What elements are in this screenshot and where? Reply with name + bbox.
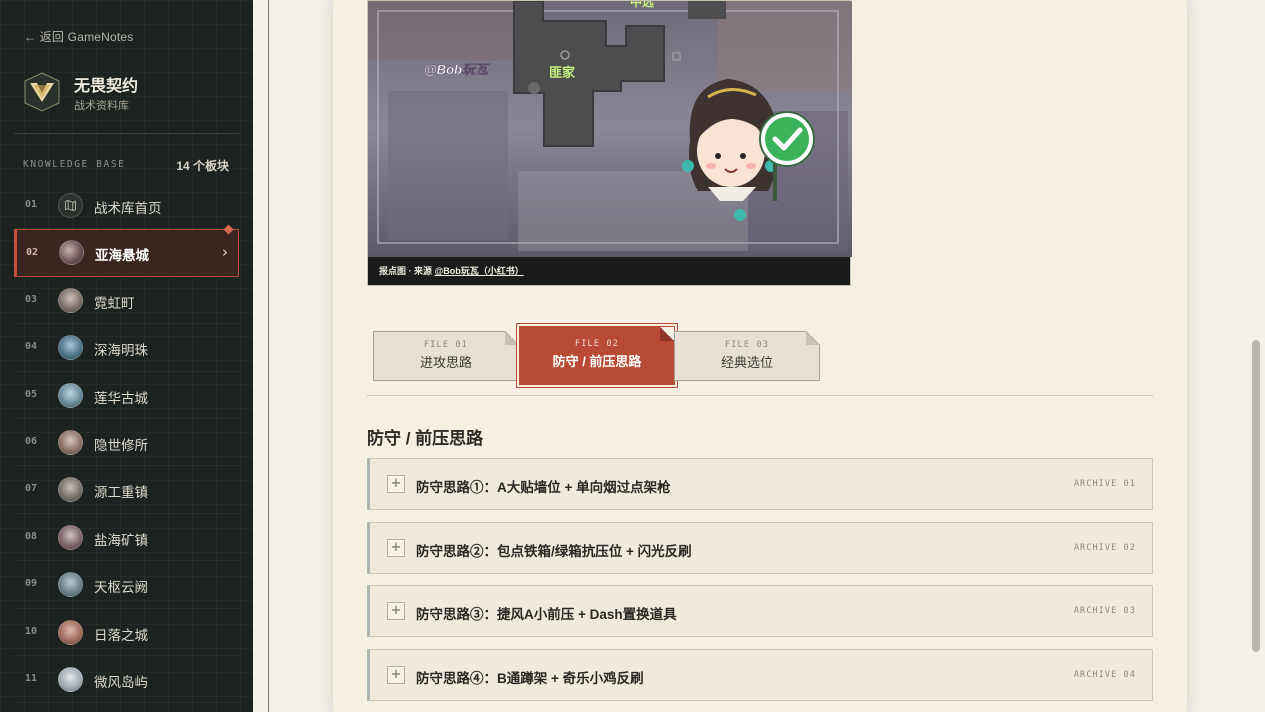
expand-plus-icon[interactable]: + (387, 475, 405, 493)
brand: 无畏契约 战术资料库 (23, 70, 233, 114)
valorant-emblem-icon (24, 72, 60, 112)
module-count: 14 个板块 (176, 159, 229, 173)
tab-file-number: FILE 02 (574, 339, 620, 349)
nav-item-map[interactable]: 08 盐海矿镇 (14, 514, 239, 562)
sidebar-divider (14, 133, 239, 134)
nav-item-ascent[interactable]: 02 亚海悬城 › (14, 224, 239, 277)
tab-attack[interactable]: FILE 01 进攻思路 (373, 331, 519, 381)
nav-item-number: 03 (25, 293, 38, 305)
accordion-item[interactable]: + 防守思路④：B通蹲架 + 奇乐小鸡反刷 ARCHIVE 04 (367, 649, 1153, 701)
section-title: 防守 / 前压思路 (367, 429, 484, 448)
main-scrollbar[interactable] (1252, 340, 1260, 652)
tab-fold-corner-icon (660, 327, 674, 341)
map-thumb-icon (59, 240, 84, 266)
nav-item-map[interactable]: 04 深海明珠 (14, 324, 239, 372)
nav-item-number: 01 (25, 199, 38, 210)
knowledge-base-label: KNOWLEDGE BASE (23, 159, 126, 170)
nav-item-label: 深海明珠 (94, 343, 148, 359)
tab-label: 经典选位 (720, 355, 773, 370)
map-outline-icon (58, 193, 83, 218)
map-thumb-icon (58, 477, 83, 503)
tab-defense[interactable]: FILE 02 防守 / 前压思路 (519, 326, 675, 385)
map-tag-mid: 中远 (630, 1, 654, 9)
nav-item-map[interactable]: 09 天枢云阙 (14, 561, 239, 609)
nav-item-number: 06 (25, 435, 38, 447)
brand-title: 无畏契约 (74, 78, 139, 95)
nav-item-label: 盐海矿镇 (94, 532, 148, 548)
map-thumb-icon (58, 666, 83, 692)
map-nav: 01 战术库首页 02 亚海悬城 › 03 霓虹町 04 深海明珠 05 莲华古… (14, 182, 239, 704)
chevron-right-icon: › (222, 243, 228, 262)
accordion-title: 防守思路②：包点铁箱/绿箱抗压位 + 闪光反刷 (416, 544, 692, 559)
nav-item-label: 微风岛屿 (94, 674, 148, 690)
accordion-item[interactable]: + 防守思路②：包点铁箱/绿箱抗压位 + 闪光反刷 ARCHIVE 02 (367, 522, 1153, 574)
nav-item-map[interactable]: 03 霓虹町 (14, 277, 239, 325)
nav-item-label: 日落之城 (94, 627, 148, 643)
tab-label: 进攻思路 (419, 355, 472, 370)
map-thumb-icon (58, 572, 83, 598)
nav-item-label: 莲华古城 (94, 390, 148, 406)
tab-file-number: FILE 01 (423, 340, 469, 350)
archive-number: ARCHIVE 02 (1073, 543, 1136, 553)
nav-item-number: 02 (26, 247, 39, 259)
nav-item-map[interactable]: 06 隐世修所 (14, 419, 239, 467)
brand-subtitle: 战术资料库 (74, 100, 129, 112)
main-border (268, 0, 269, 712)
archive-number: ARCHIVE 01 (1073, 479, 1136, 489)
accordion-item[interactable]: + 防守思路③：捷风A小前压 + Dash置换道具 ARCHIVE 03 (367, 585, 1153, 637)
expand-plus-icon[interactable]: + (387, 602, 405, 620)
nav-item-number: 10 (25, 625, 38, 637)
nav-item-label: 隐世修所 (94, 437, 148, 453)
back-link[interactable]: ← 返回 GameNotes (24, 28, 134, 45)
tab-label: 防守 / 前压思路 (552, 354, 642, 369)
nav-item-map[interactable]: 11 微风岛屿 (14, 656, 239, 704)
tab-fold-corner-icon (806, 331, 820, 345)
nav-item-map[interactable]: 05 莲华古城 (14, 372, 239, 419)
map-thumb-icon (58, 287, 83, 313)
caption-prefix: 报点图 · 来源 (379, 266, 435, 276)
callout-figure: 中远 匪家 @Bob玩瓦 报点图 · 来源 @Bob玩瓦（小红书） (367, 0, 852, 286)
archive-number: ARCHIVE 03 (1073, 606, 1136, 616)
nav-item-number: 11 (25, 672, 38, 684)
tab-file-number: FILE 03 (724, 340, 770, 350)
nav-item-map[interactable]: 10 日落之城 (14, 609, 239, 656)
nav-item-label: 天枢云阙 (94, 580, 148, 596)
map-thumb-icon (58, 335, 83, 361)
nav-item-map[interactable]: 07 源工重镇 (14, 466, 239, 514)
nav-item-label: 亚海悬城 (95, 248, 149, 264)
accordion-item[interactable]: + 防守思路①：A大贴墙位 + 单向烟过点架枪 ARCHIVE 01 (367, 458, 1153, 510)
accordion-title: 防守思路①：A大贴墙位 + 单向烟过点架枪 (416, 480, 671, 495)
nav-item-number: 09 (25, 578, 38, 590)
archive-number: ARCHIVE 04 (1073, 670, 1136, 680)
nav-item-number: 04 (25, 341, 38, 353)
map-thumb-icon (58, 382, 83, 408)
tab-positions[interactable]: FILE 03 经典选位 (674, 331, 820, 381)
map-thumb-icon (58, 619, 83, 645)
map-thumb-icon (58, 429, 83, 455)
tab-fold-corner-icon (505, 331, 519, 345)
nav-item-number: 05 (25, 388, 38, 400)
sidebar: ← 返回 GameNotes 无畏契约 战术资料库 KNOWLEDGE BASE… (0, 0, 253, 712)
nav-item-number: 07 (25, 483, 38, 495)
callout-map-image: 中远 匪家 @Bob玩瓦 (368, 1, 852, 257)
nav-item-number: 08 (25, 530, 38, 542)
figure-watermark: @Bob玩瓦 (424, 62, 490, 77)
accordion-title: 防守思路④：B通蹲架 + 奇乐小鸡反刷 (416, 671, 644, 686)
nav-item-label: 战术库首页 (94, 201, 162, 216)
expand-plus-icon[interactable]: + (387, 539, 405, 557)
nav-item-home[interactable]: 01 战术库首页 (14, 182, 239, 230)
nav-item-label: 霓虹町 (94, 295, 135, 311)
map-tag-house: 匪家 (549, 65, 576, 80)
nav-item-label: 源工重镇 (94, 485, 148, 501)
accordion-title: 防守思路③：捷风A小前压 + Dash置换道具 (416, 607, 677, 622)
map-thumb-icon (58, 524, 83, 550)
caption-source-link[interactable]: @Bob玩瓦（小红书） (435, 266, 524, 276)
tabs-divider (367, 395, 1153, 396)
expand-plus-icon[interactable]: + (387, 666, 405, 684)
figure-caption: 报点图 · 来源 @Bob玩瓦（小红书） (379, 264, 524, 277)
